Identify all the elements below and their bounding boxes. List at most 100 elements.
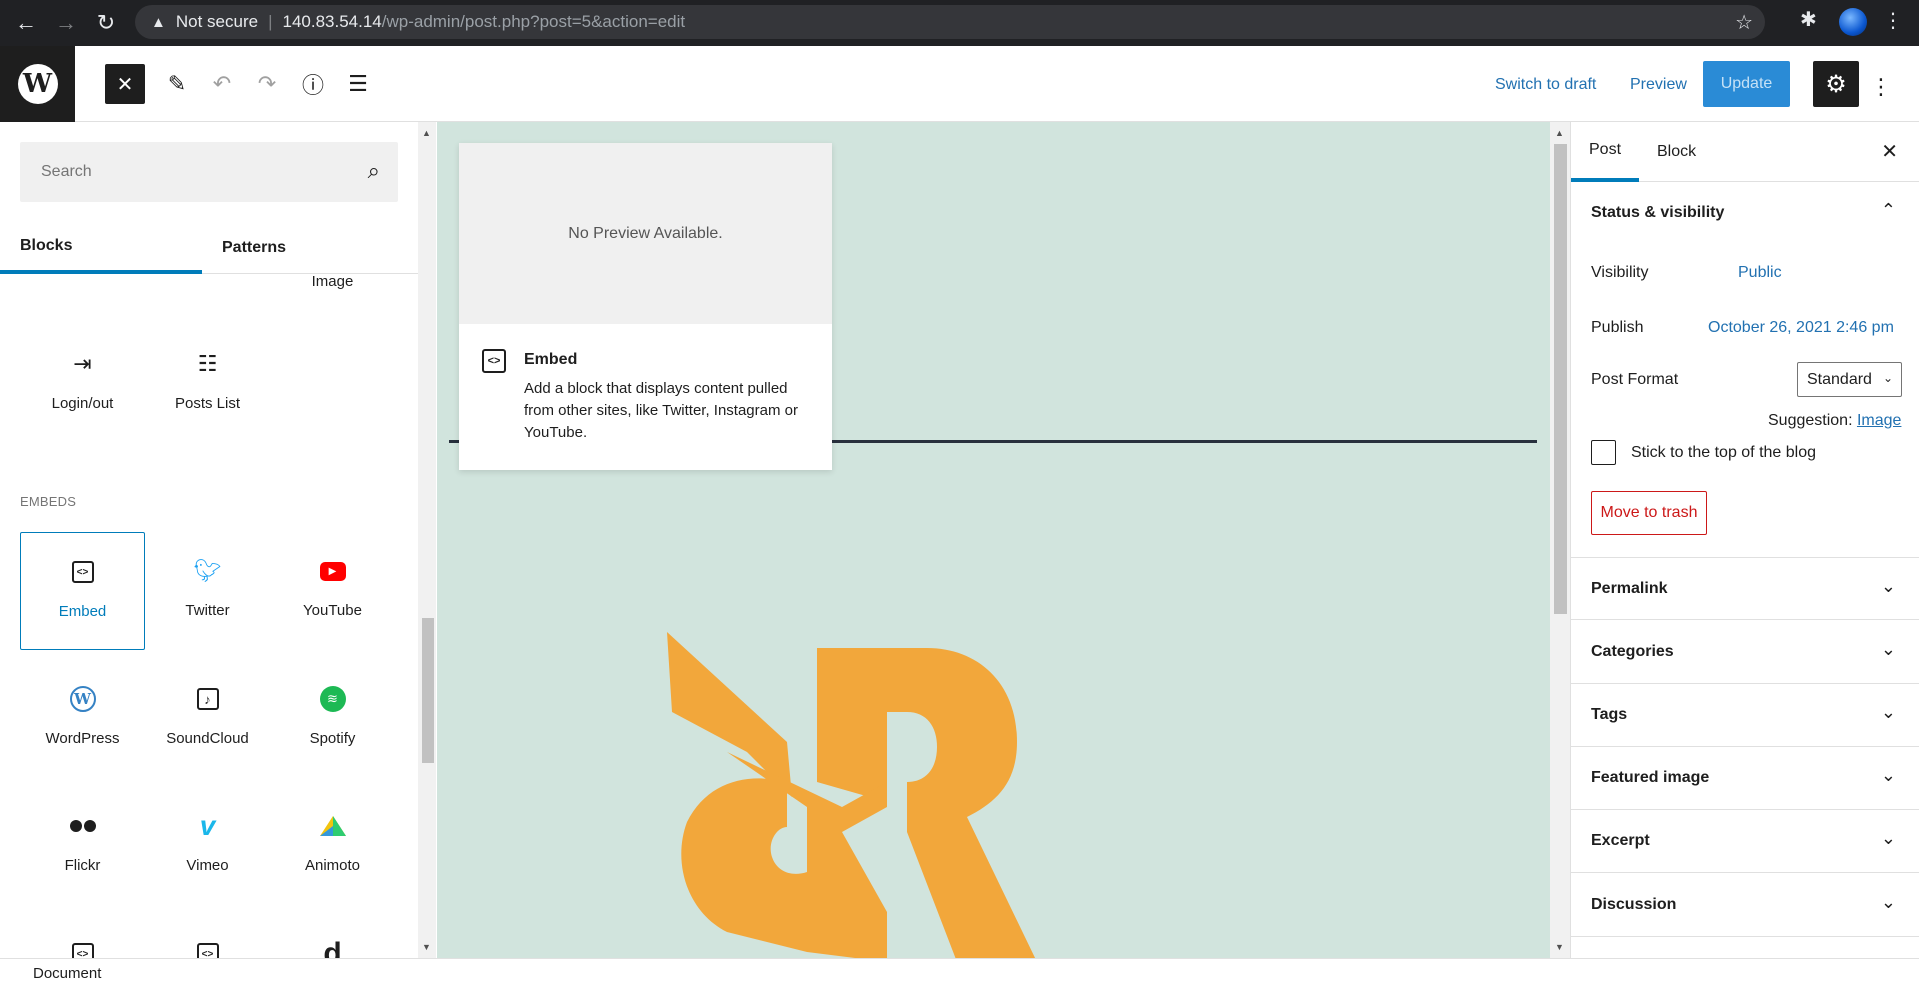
image-block-label[interactable]: Image bbox=[270, 275, 395, 290]
panel-excerpt[interactable]: Excerpt ⌄ bbox=[1571, 810, 1919, 873]
back-icon[interactable]: ← bbox=[6, 3, 46, 43]
block-embed-more-2[interactable]: <> bbox=[145, 915, 270, 958]
block-dailymotion[interactable]: d bbox=[270, 915, 395, 958]
list-view-icon[interactable]: ☰ bbox=[338, 64, 378, 104]
editor-header: W ✕ ✎ ↶ ↷ ⓘ ☰ Switch to draft Preview Up… bbox=[0, 46, 1919, 122]
settings-sidebar: Post Block ✕ Status & visibility ⌃ Visib… bbox=[1570, 122, 1919, 958]
browser-toolbar: ← → ↻ ▲ Not secure | 140.83.54.14/wp-adm… bbox=[0, 0, 1919, 46]
vimeo-icon: v bbox=[199, 810, 216, 841]
twitter-icon: 🐦︎ bbox=[193, 558, 222, 583]
redo-icon[interactable]: ↷ bbox=[247, 64, 287, 104]
status-visibility-panel[interactable]: Status & visibility ⌃ bbox=[1571, 182, 1919, 245]
embed-icon: <> bbox=[145, 939, 270, 958]
update-button[interactable]: Update bbox=[1703, 61, 1790, 107]
dailymotion-icon: d bbox=[323, 937, 342, 958]
reload-icon[interactable]: ↻ bbox=[86, 3, 126, 43]
youtube-icon: ▶ bbox=[270, 556, 395, 586]
suggestion-link[interactable]: Image bbox=[1857, 412, 1901, 429]
editor-canvas[interactable]: No Preview Available. <> Embed Add a blo… bbox=[437, 122, 1550, 958]
wordpress-logo[interactable]: W bbox=[0, 46, 75, 122]
move-to-trash-button[interactable]: Move to trash bbox=[1591, 491, 1707, 535]
switch-to-draft-button[interactable]: Switch to draft bbox=[1495, 76, 1596, 94]
post-format-select[interactable]: Standard ⌄ bbox=[1797, 362, 1902, 397]
warning-icon: ▲ bbox=[151, 13, 166, 31]
tab-block[interactable]: Block bbox=[1639, 122, 1714, 182]
block-login-out[interactable]: ⇥ Login/out bbox=[20, 325, 145, 443]
profile-avatar[interactable] bbox=[1839, 8, 1867, 36]
search-input[interactable] bbox=[20, 142, 340, 202]
chevron-down-icon: ⌄ bbox=[1880, 828, 1896, 848]
block-spotify[interactable]: ≋ Spotify bbox=[270, 660, 395, 778]
block-embed-more-1[interactable]: <> bbox=[20, 915, 145, 958]
chevron-down-icon: ⌄ bbox=[1880, 576, 1896, 596]
forward-icon[interactable]: → bbox=[46, 3, 86, 43]
block-animoto[interactable]: Animoto bbox=[270, 787, 395, 905]
options-menu-icon[interactable]: ⋮ bbox=[1870, 74, 1892, 100]
chevron-down-icon: ⌄ bbox=[1882, 371, 1893, 385]
url-path: /wp-admin/post.php?post=5&action=edit bbox=[381, 12, 686, 31]
embed-icon: <> bbox=[21, 557, 144, 587]
block-youtube[interactable]: ▶ YouTube bbox=[270, 532, 395, 650]
search-icon: ⌕ bbox=[367, 158, 380, 183]
tab-post[interactable]: Post bbox=[1571, 122, 1640, 182]
panel-featured-image[interactable]: Featured image ⌄ bbox=[1571, 747, 1919, 810]
panel-discussion[interactable]: Discussion ⌄ bbox=[1571, 874, 1919, 937]
preview-button[interactable]: Preview bbox=[1630, 76, 1687, 94]
chevron-down-icon: ⌄ bbox=[1880, 765, 1896, 785]
block-embed[interactable]: <> Embed bbox=[20, 532, 145, 650]
visibility-value[interactable]: Public bbox=[1738, 264, 1782, 282]
block-breadcrumb-bar: Document bbox=[0, 958, 1919, 985]
breadcrumb-document[interactable]: Document bbox=[33, 965, 101, 982]
format-suggestion: Suggestion: Image bbox=[1768, 412, 1902, 429]
soundcloud-icon: ♪ bbox=[145, 684, 270, 714]
block-inserter: ⌕ Blocks Patterns Image ⇥ Login/out ☷ Po… bbox=[0, 122, 420, 958]
security-label: Not secure bbox=[175, 12, 259, 31]
block-search: ⌕ bbox=[20, 142, 398, 202]
login-icon: ⇥ bbox=[73, 351, 92, 376]
visibility-label: Visibility bbox=[1591, 264, 1649, 281]
close-settings-icon[interactable]: ✕ bbox=[1881, 139, 1898, 164]
browser-menu-icon[interactable]: ⋮ bbox=[1883, 8, 1903, 33]
tab-patterns[interactable]: Patterns bbox=[202, 222, 404, 274]
preview-title: Embed bbox=[524, 351, 578, 368]
extensions-icon[interactable]: ✱ bbox=[1800, 7, 1817, 32]
panel-tags[interactable]: Tags ⌄ bbox=[1571, 684, 1919, 747]
settings-gear-icon[interactable]: ⚙ bbox=[1813, 61, 1859, 107]
block-posts-list[interactable]: ☷ Posts List bbox=[145, 325, 270, 443]
chevron-down-icon: ⌄ bbox=[1880, 639, 1896, 659]
settings-tabs: Post Block ✕ bbox=[1571, 122, 1919, 182]
inserter-scrollbar[interactable]: ▲ ▼ bbox=[418, 122, 436, 958]
canvas-scrollbar[interactable]: ▲ ▼ bbox=[1550, 122, 1570, 958]
url-host: 140.83.54.14 bbox=[282, 12, 382, 31]
block-flickr[interactable]: Flickr bbox=[20, 787, 145, 905]
block-soundcloud[interactable]: ♪ SoundCloud bbox=[145, 660, 270, 778]
details-info-icon[interactable]: ⓘ bbox=[293, 64, 333, 104]
bookmark-star-icon[interactable]: ☆ bbox=[1735, 10, 1753, 35]
chevron-down-icon: ⌄ bbox=[1880, 702, 1896, 722]
undo-icon[interactable]: ↶ bbox=[202, 64, 242, 104]
post-format-label: Post Format bbox=[1591, 371, 1679, 388]
animoto-icon bbox=[270, 811, 395, 841]
panel-permalink[interactable]: Permalink ⌄ bbox=[1571, 557, 1919, 620]
address-bar[interactable]: ▲ Not secure | 140.83.54.14/wp-admin/pos… bbox=[135, 5, 1765, 39]
block-preview-card: No Preview Available. <> Embed Add a blo… bbox=[459, 143, 832, 470]
block-list: Image ⇥ Login/out ☷ Posts List EMBEDS <>… bbox=[0, 275, 418, 958]
flickr-icon bbox=[20, 811, 145, 841]
rrq-logo-image[interactable] bbox=[627, 632, 1087, 958]
chevron-up-icon: ⌃ bbox=[1880, 200, 1896, 220]
embed-icon: <> bbox=[482, 349, 506, 373]
no-preview-text: No Preview Available. bbox=[459, 143, 832, 324]
posts-list-icon: ☷ bbox=[197, 351, 218, 376]
block-wordpress[interactable]: W WordPress bbox=[20, 660, 145, 778]
panel-categories[interactable]: Categories ⌄ bbox=[1571, 621, 1919, 684]
block-twitter[interactable]: 🐦︎ Twitter bbox=[145, 532, 270, 650]
tab-blocks[interactable]: Blocks bbox=[0, 222, 202, 274]
block-vimeo[interactable]: v Vimeo bbox=[145, 787, 270, 905]
edit-pencil-icon[interactable]: ✎ bbox=[157, 64, 197, 104]
publish-date[interactable]: October 26, 2021 2:46 pm bbox=[1708, 319, 1894, 337]
embed-icon: <> bbox=[20, 939, 145, 958]
close-inserter-button[interactable]: ✕ bbox=[105, 64, 145, 104]
sticky-label: Stick to the top of the blog bbox=[1631, 444, 1817, 461]
sticky-checkbox[interactable] bbox=[1591, 440, 1616, 465]
wordpress-icon: W bbox=[20, 684, 145, 714]
